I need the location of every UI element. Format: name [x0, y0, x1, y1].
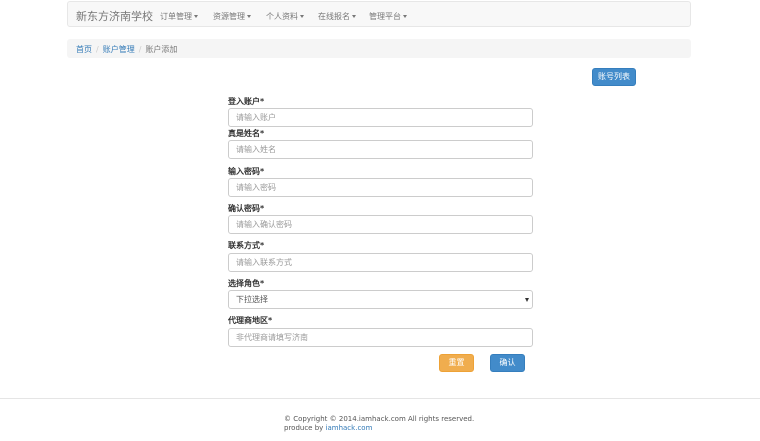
agent-region-label: 代理商地区* [228, 316, 273, 325]
nav-resource-management[interactable]: 资源管理 [213, 11, 251, 22]
caret-down-icon [403, 15, 407, 18]
reset-button[interactable]: 重置 [439, 354, 474, 372]
breadcrumb-separator: / [138, 45, 142, 54]
caret-down-icon [352, 15, 356, 18]
nav-label: 在线报名 [318, 12, 350, 21]
breadcrumb-separator: / [96, 45, 99, 54]
footer-produce: produce by iamhack.com [284, 424, 372, 432]
password-label: 输入密码* [228, 167, 265, 176]
real-name-label: 真是姓名* [228, 129, 265, 138]
agent-region-input[interactable]: 非代理商请填写济南 [228, 328, 533, 347]
confirm-password-input[interactable]: 请输入确认密码 [228, 215, 533, 234]
confirm-button[interactable]: 确认 [490, 354, 525, 372]
nav-admin-platform[interactable]: 管理平台 [369, 11, 407, 22]
brand-title[interactable]: 新东方济南学校 [76, 8, 153, 24]
nav-online-signup[interactable]: 在线报名 [318, 11, 356, 22]
footer-produce-link[interactable]: iamhack.com [326, 424, 373, 432]
login-account-label: 登入账户* [228, 97, 265, 106]
contact-input[interactable]: 请输入联系方式 [228, 253, 533, 272]
caret-down-icon [300, 15, 304, 18]
nav-label: 个人资料 [266, 12, 298, 21]
contact-label: 联系方式* [228, 241, 265, 250]
footer-produce-prefix: produce by [284, 424, 324, 432]
caret-down-icon [247, 15, 251, 18]
role-select-value: 下拉选择 [236, 295, 268, 304]
breadcrumb: 首页 / 账户管理 / 账户添加 [67, 39, 691, 58]
caret-down-icon [194, 15, 198, 18]
breadcrumb-account-management[interactable]: 账户管理 [103, 45, 135, 54]
nav-profile[interactable]: 个人资料 [266, 11, 304, 22]
footer-copyright: © Copyright © 2014.iamhack.com All right… [284, 415, 475, 423]
footer-divider [0, 398, 760, 399]
breadcrumb-current: 账户添加 [145, 45, 178, 54]
password-input[interactable]: 请输入密码 [228, 178, 533, 197]
nav-label: 管理平台 [369, 12, 401, 21]
confirm-password-label: 确认密码* [228, 204, 265, 213]
nav-label: 订单管理 [160, 12, 192, 21]
nav-order-management[interactable]: 订单管理 [160, 11, 198, 22]
dropdown-arrow-icon [525, 298, 529, 302]
account-list-button[interactable]: 账号列表 [592, 68, 636, 86]
nav-label: 资源管理 [213, 12, 245, 21]
role-label: 选择角色* [228, 279, 265, 288]
login-account-input[interactable]: 请输入账户 [228, 108, 533, 127]
role-select[interactable]: 下拉选择 [228, 290, 533, 309]
breadcrumb-home[interactable]: 首页 [76, 45, 92, 54]
real-name-input[interactable]: 请输入姓名 [228, 140, 533, 159]
top-navbar: 新东方济南学校 订单管理 资源管理 个人资料 在线报名 管理平台 [67, 1, 691, 27]
